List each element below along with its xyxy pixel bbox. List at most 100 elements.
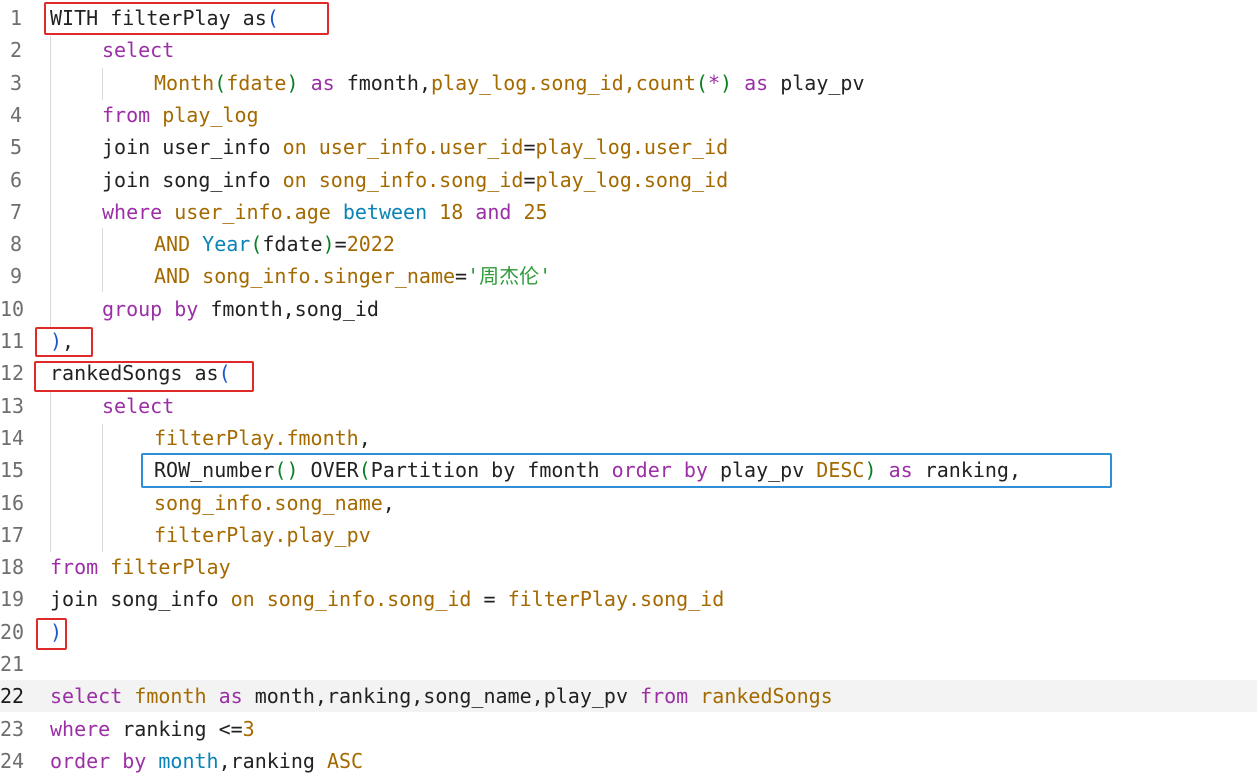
code-token: join song_info	[50, 587, 231, 612]
line-number: 9	[9, 264, 22, 289]
code-token: 2022	[346, 232, 395, 257]
code-text: AND Year(fdate)=2022	[154, 228, 395, 260]
code-token: between	[342, 199, 440, 224]
code-token: 18	[439, 199, 476, 224]
code-token: group by	[102, 296, 211, 321]
code-token: join user_info	[102, 135, 283, 160]
code-line[interactable]: 2 select	[0, 34, 1257, 66]
code-line[interactable]: 6 join song_info on song_info.song_id=pla…	[0, 164, 1257, 196]
code-line[interactable]: 21	[0, 648, 1257, 680]
code-token: and	[475, 199, 524, 224]
code-token: song_info.song_id	[318, 167, 524, 192]
code-token: =	[455, 264, 468, 289]
code-token: )	[286, 70, 299, 95]
code-token: from	[102, 102, 163, 127]
line-number: 24	[0, 748, 25, 773]
code-token: user_info.user_id	[318, 135, 524, 160]
code-token: ,ranking	[218, 748, 327, 773]
code-text: filterPlay.play_pv	[154, 519, 371, 551]
code-line[interactable]: 10 group by fmonth,song_id	[0, 293, 1257, 325]
annotation-box-close-paren-line-20	[36, 618, 67, 650]
line-number: 5	[9, 135, 22, 160]
code-line[interactable]: 13 select	[0, 390, 1257, 422]
code-token: 3	[242, 716, 255, 741]
code-token: =	[483, 587, 508, 612]
code-token: as	[218, 684, 255, 709]
code-text: select	[102, 34, 174, 66]
code-line[interactable]: 3 Month(fdate) as fmonth,play_log.song_id…	[0, 67, 1257, 99]
code-line[interactable]: 19 join song_info on song_info.song_id = …	[0, 583, 1257, 615]
code-token: play_pv	[780, 70, 865, 95]
code-line[interactable]: 4 from play_log	[0, 99, 1257, 131]
line-number: 3	[9, 70, 22, 95]
code-token: =	[523, 135, 536, 160]
code-token: =	[334, 232, 347, 257]
line-number: 18	[0, 555, 25, 580]
code-line[interactable]: 20)	[0, 616, 1257, 648]
code-line[interactable]: 8 AND Year(fdate)=2022	[0, 228, 1257, 260]
code-line[interactable]: 17 filterPlay.play_pv	[0, 519, 1257, 551]
line-number: 19	[0, 587, 25, 612]
line-number: 14	[0, 425, 25, 450]
code-token: play_log	[162, 102, 259, 127]
code-text: filterPlay.fmonth,	[154, 422, 371, 454]
code-line[interactable]: 22 select fmonth as month,ranking,song_na…	[0, 680, 1257, 713]
code-line[interactable]: 5 join user_info on user_info.user_id=pla…	[0, 131, 1257, 163]
code-token: *	[707, 70, 720, 95]
code-line[interactable]: 7 where user_info.age between 18 and 25	[0, 196, 1257, 228]
code-token: song_info.song_id	[266, 587, 484, 612]
code-text: select	[102, 390, 174, 422]
code-token: song_info.song_name	[154, 490, 383, 515]
code-token: order by	[50, 748, 159, 773]
code-token: ASC	[326, 748, 364, 773]
code-token: join song_info	[102, 167, 283, 192]
code-text: Month(fdate) as fmonth,play_log.song_id,…	[154, 67, 865, 99]
code-line[interactable]: 24 order by month,ranking ASC	[0, 745, 1257, 777]
code-token: filterPlay.play_pv	[154, 522, 371, 547]
code-token: on	[282, 167, 319, 192]
line-number: 21	[0, 652, 25, 676]
code-token: on	[282, 135, 319, 160]
code-token: play_log.user_id	[535, 135, 729, 160]
line-number: 8	[9, 232, 22, 257]
line-number: 11	[0, 329, 25, 353]
annotation-box-with-filterplay	[44, 2, 329, 35]
code-text: order by month,ranking ASC	[50, 745, 363, 777]
code-editor[interactable]: 24 order by month,ranking ASC 23 where rank…	[0, 0, 1257, 784]
code-text: group by fmonth,song_id	[102, 293, 379, 325]
code-token: month	[158, 748, 219, 773]
line-number: 22	[0, 684, 25, 709]
code-line[interactable]: 18 from filterPlay	[0, 551, 1257, 583]
line-number: 23	[0, 716, 25, 741]
code-text: from play_log	[102, 99, 259, 131]
code-token: select	[102, 38, 175, 63]
code-token: AND	[154, 232, 203, 257]
code-token: fdate	[226, 70, 287, 95]
indent-guide	[102, 424, 103, 552]
code-token: AND	[154, 264, 203, 289]
code-token: =	[523, 167, 536, 192]
code-token: where	[50, 716, 123, 741]
code-token: filterPlay.fmonth	[154, 425, 359, 450]
code-line[interactable]: 23 where ranking <=3	[0, 713, 1257, 745]
line-number: 20	[0, 619, 25, 644]
annotation-box-close-paren-line-11	[35, 327, 93, 357]
code-token: fmonth,song_id	[210, 296, 379, 321]
code-text: select fmonth as month,ranking,song_name…	[50, 680, 833, 712]
annotation-box-row-number	[141, 453, 1112, 488]
code-token: '周杰伦'	[467, 264, 552, 289]
code-token: as	[298, 70, 347, 95]
line-number: 15	[0, 458, 25, 483]
code-token: fmonth	[134, 684, 219, 709]
code-line[interactable]: 11),	[0, 325, 1257, 357]
code-line[interactable]: 16 song_info.song_name,	[0, 487, 1257, 519]
code-token: select	[102, 393, 175, 418]
code-token: (	[250, 232, 263, 257]
code-line[interactable]: 14 filterPlay.fmonth,	[0, 422, 1257, 454]
code-line[interactable]: 9 AND song_info.singer_name='周杰伦'	[0, 260, 1257, 292]
line-number: 12	[0, 361, 25, 386]
indent-guide	[50, 392, 51, 552]
code-text: join song_info on song_info.song_id = fi…	[50, 583, 724, 615]
code-text: from filterPlay	[50, 551, 231, 583]
indent-guide	[102, 68, 103, 100]
